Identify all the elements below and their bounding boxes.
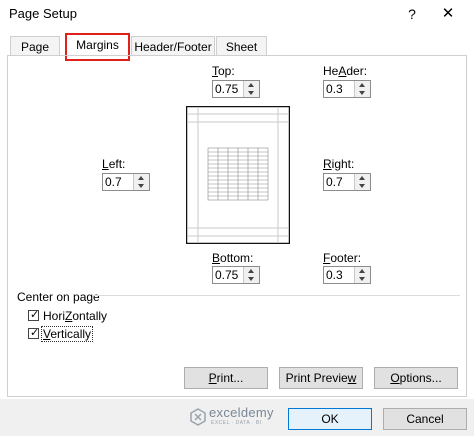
header-margin-spinner[interactable] bbox=[323, 80, 371, 98]
header-spin-down-button[interactable] bbox=[355, 89, 370, 97]
close-icon[interactable]: ✕ bbox=[434, 2, 462, 26]
right-label: Right: bbox=[323, 157, 355, 171]
cancel-button[interactable]: Cancel bbox=[383, 408, 467, 430]
horizontally-checkbox-row[interactable]: ✓ HoriZontally bbox=[28, 309, 107, 323]
footer-spin-down-button[interactable] bbox=[355, 275, 370, 283]
spin-buttons bbox=[354, 267, 370, 283]
vertically-checkbox[interactable]: ✓ bbox=[28, 327, 40, 339]
spin-buttons bbox=[354, 81, 370, 97]
section-separator bbox=[92, 295, 460, 296]
right-margin-spinner[interactable] bbox=[323, 173, 371, 191]
help-button[interactable]: ? bbox=[400, 2, 424, 26]
options-button[interactable]: Options... bbox=[374, 367, 458, 389]
top-spin-down-button[interactable] bbox=[244, 89, 259, 97]
footer-label: Footer: bbox=[323, 251, 362, 265]
bottom-margin-spinner[interactable] bbox=[212, 266, 260, 284]
checkmark-icon: ✓ bbox=[30, 327, 40, 339]
title-bar: Page Setup ? ✕ bbox=[0, 0, 474, 30]
vertically-checkbox-row[interactable]: ✓ Vertically bbox=[28, 326, 94, 342]
arrow-up-icon bbox=[359, 176, 365, 180]
header-label: HeAder: bbox=[323, 64, 368, 78]
top-spin-up-button[interactable] bbox=[244, 81, 259, 89]
ok-button[interactable]: OK bbox=[288, 408, 372, 430]
left-label: Left: bbox=[102, 157, 126, 171]
horizontally-checkbox[interactable]: ✓ bbox=[28, 309, 40, 321]
right-spin-down-button[interactable] bbox=[355, 182, 370, 190]
tab-header-footer[interactable]: Header/Footer bbox=[131, 36, 215, 56]
tab-sheet[interactable]: Sheet bbox=[216, 36, 267, 56]
arrow-up-icon bbox=[138, 176, 144, 180]
bottom-spin-down-button[interactable] bbox=[244, 275, 259, 283]
spin-buttons bbox=[243, 81, 259, 97]
left-spin-up-button[interactable] bbox=[134, 174, 149, 182]
arrow-up-icon bbox=[359, 269, 365, 273]
exceldemy-logo-icon bbox=[190, 408, 206, 426]
left-spin-down-button[interactable] bbox=[134, 182, 149, 190]
top-margin-spinner[interactable] bbox=[212, 80, 260, 98]
arrow-down-icon bbox=[138, 184, 144, 188]
arrow-up-icon bbox=[248, 83, 254, 87]
arrow-up-icon bbox=[248, 269, 254, 273]
bottom-label: Bottom: bbox=[212, 251, 254, 265]
dialog-title: Page Setup bbox=[9, 6, 77, 21]
arrow-down-icon bbox=[359, 184, 365, 188]
arrow-down-icon bbox=[359, 91, 365, 95]
top-label: Top: bbox=[212, 64, 235, 78]
horizontally-label: HoriZontally bbox=[43, 309, 108, 323]
print-button[interactable]: Print... bbox=[184, 367, 268, 389]
arrow-up-icon bbox=[359, 83, 365, 87]
bottom-spin-up-button[interactable] bbox=[244, 267, 259, 275]
left-margin-spinner[interactable] bbox=[102, 173, 150, 191]
spin-buttons bbox=[133, 174, 149, 190]
spin-buttons bbox=[354, 174, 370, 190]
right-spin-up-button[interactable] bbox=[355, 174, 370, 182]
page-preview bbox=[186, 106, 290, 244]
arrow-down-icon bbox=[248, 277, 254, 281]
vertically-label: Vertically bbox=[41, 326, 94, 342]
spin-buttons bbox=[243, 267, 259, 283]
arrow-down-icon bbox=[359, 277, 365, 281]
watermark-tagline: EXCEL · DATA · BI bbox=[211, 420, 262, 426]
center-on-page-label: Center on page bbox=[17, 290, 100, 304]
tab-page[interactable]: Page bbox=[10, 36, 60, 56]
watermark-text: exceldemy bbox=[209, 405, 274, 420]
footer-margin-spinner[interactable] bbox=[323, 266, 371, 284]
arrow-down-icon bbox=[248, 91, 254, 95]
print-preview-button[interactable]: Print Preview bbox=[279, 367, 363, 389]
checkmark-icon: ✓ bbox=[30, 309, 40, 321]
footer-spin-up-button[interactable] bbox=[355, 267, 370, 275]
header-spin-up-button[interactable] bbox=[355, 81, 370, 89]
